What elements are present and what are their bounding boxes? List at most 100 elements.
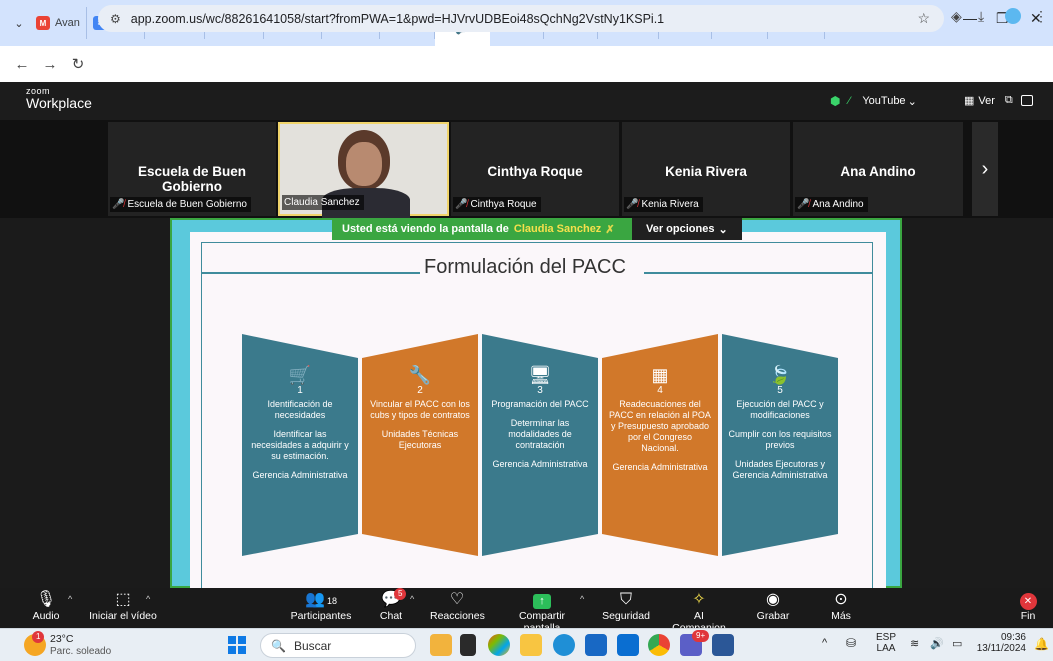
process-step-card: 🍃 5 Ejecución del PACC y modificaciones Cum… [722,334,838,556]
tab-search-chevron-icon[interactable]: ⌄ [8,12,30,34]
shield-check-icon: ⬢ [830,94,841,108]
download-icon[interactable]: ⤓ [978,8,984,25]
step-text: Identificar las necesidades a adquirir y… [251,429,349,461]
record-button[interactable]: ◉ Grabar [756,590,790,622]
browser-tab-0[interactable]: M Avan [30,7,87,39]
participants-icon: 👥 18 [305,591,337,608]
view-options-button[interactable]: Ver opciones ⌄ [632,218,742,240]
start-windows-icon[interactable] [228,636,246,654]
process-step-card: ▦ 4 Readecuaciones del PACC en relación al… [602,334,718,556]
site-settings-icon[interactable]: ⚙ [110,12,121,26]
extensions-icon[interactable]: ◈ [951,8,962,25]
minimize-icon[interactable]: — [963,10,977,26]
participant-tile-4[interactable]: Kenia Rivera 🎤̸ Kenia Rivera [622,122,790,216]
step-text: Unidades Técnicas Ejecutoras [381,429,459,450]
chevron-down-icon: ⌄ [907,95,917,108]
back-icon[interactable]: ← [8,56,36,73]
step-number: 3 [537,385,543,396]
security-button[interactable]: ⛉ Seguridad [602,590,650,622]
fullscreen-icon[interactable] [1020,95,1033,106]
step-number: 1 [297,385,303,396]
reactions-button[interactable]: ♡ Reacciones [430,590,485,622]
language-indicator[interactable]: ESP LAA [876,632,896,654]
edge-icon[interactable] [553,634,575,656]
share-stage: Formulación del PACC 🛒 1 Identificación de… [0,218,1053,602]
signal-icon: ⁄ [848,95,851,107]
file-explorer-icon[interactable] [520,634,542,656]
view-button[interactable]: Ver [978,95,995,107]
process-step-card: 🛒 1 Identificación de necesidades Identific… [242,334,358,556]
step-text: Identificación de necesidades [267,399,333,420]
step-text: Programación del PACC [491,399,589,409]
share-banner: Usted está viendo la pantalla de Claudia… [332,218,742,240]
store-icon[interactable] [585,634,607,656]
wifi-icon[interactable]: ≋ [910,637,919,650]
muted-mic-icon: 🎤̸ [626,199,639,210]
muted-mic-icon: 🎤̸ [112,199,125,210]
os-taskbar: 1 23°C Parc. soleado 🔍 Buscar 9+ ^ ⛁ ESP… [0,628,1053,661]
tray-app-icon[interactable]: ⛁ [846,636,856,650]
heart-icon: ♡ [449,591,465,608]
screen-icon: 🖥 [528,365,552,385]
clock[interactable]: 09:36 13/11/2024 [974,632,1026,654]
teams-badge: 9+ [692,630,710,642]
participant-strip: Escuela de Buen Gobierno 🎤̸ Escuela de Bu… [0,120,1053,218]
participant-tile-video[interactable]: Claudia Sanchez [278,122,449,218]
more-button[interactable]: ⊙ Más [826,590,856,622]
volume-icon[interactable]: 🔊 [930,637,944,650]
chat-caret-icon[interactable]: ^ [410,594,414,604]
step-text: Gerencia Administrativa [492,459,588,469]
process-step-card: 🖥 3 Programación del PACC Determinar las mo… [482,334,598,556]
word-icon[interactable] [712,634,734,656]
youtube-dropdown[interactable]: YouTube [862,95,905,107]
step-text: Vincular el PACC con los cubs y tipos de… [370,399,470,420]
muted-mic-icon: 🎤̸ [797,199,810,210]
step-text: Readecuaciones del PACC en relación al P… [609,399,711,453]
explorer-widget-icon[interactable] [430,634,452,656]
audio-button[interactable]: 🎙 Audio [26,590,66,622]
abacus-icon: ▦ [651,365,669,385]
reload-icon[interactable]: ↻ [64,55,92,73]
wrench-icon: 🔧 [408,365,432,385]
record-icon: ◉ [766,591,780,608]
step-number: 5 [777,385,783,396]
zoom-header: zoom Workplace ⬢ ⁄ YouTube ⌄ ▦ Ver ⧉ [0,82,1053,120]
banner-sharer-name: Claudia Sanchez [513,223,602,235]
next-page-arrow-icon[interactable]: › [972,122,998,216]
process-step-card: 🔧 2 Vincular el PACC con los cubs y tipos … [362,334,478,556]
muted-mic-icon: 🎤̸ [455,199,468,210]
address-input[interactable]: ⚙ app.zoom.us/wc/88261641058/start?fromP… [98,5,944,32]
sparkle-icon: ✧ [692,591,706,608]
weather-desc: Parc. soleado [50,646,112,657]
participant-tile-1[interactable]: Escuela de Buen Gobierno 🎤̸ Escuela de Bu… [108,122,276,216]
step-number: 2 [417,385,423,396]
participant-tile-5[interactable]: Ana Andino 🎤̸ Ana Andino [793,122,963,216]
browser-menu-icon[interactable]: ⋮ [1034,8,1048,25]
taskbar-search-input[interactable]: 🔍 Buscar [260,633,416,658]
notification-bell-icon[interactable]: 🔔 [1034,637,1049,651]
pip-icon[interactable]: ⧉ [1005,94,1013,107]
end-meeting-button[interactable]: ✕ Fin [1014,590,1042,622]
leaf-icon: 🍃 [768,365,792,385]
forward-icon[interactable]: → [36,56,64,73]
slide-title: Formulación del PACC [420,256,630,279]
step-number: 4 [657,385,663,396]
chrome-icon[interactable] [648,634,670,656]
profile-avatar[interactable] [1005,8,1021,24]
audio-options-caret-icon[interactable]: ^ [68,594,72,604]
video-options-caret-icon[interactable]: ^ [146,594,150,604]
share-caret-icon[interactable]: ^ [580,594,584,604]
outlook-icon[interactable] [617,634,639,656]
participant-tile-3[interactable]: Cinthya Roque 🎤̸ Cinthya Roque [451,122,619,216]
photos-icon[interactable] [488,634,510,656]
battery-icon[interactable]: ▭ [952,637,962,650]
zoom-logo-workplace: Workplace [26,95,92,111]
step-text: Ejecución del PACC y modificaciones [736,399,824,420]
participants-button[interactable]: 👥 18 Participantes [288,590,354,622]
bookmark-star-icon[interactable]: ☆ [917,10,930,27]
end-x-icon: ✕ [1019,593,1037,610]
task-view-icon[interactable] [460,634,476,656]
tray-chevron-icon[interactable]: ^ [822,637,827,649]
chat-button[interactable]: 💬 5 Chat [374,588,408,622]
step-text: Unidades Ejecutoras y Gerencia Administr… [732,459,828,480]
